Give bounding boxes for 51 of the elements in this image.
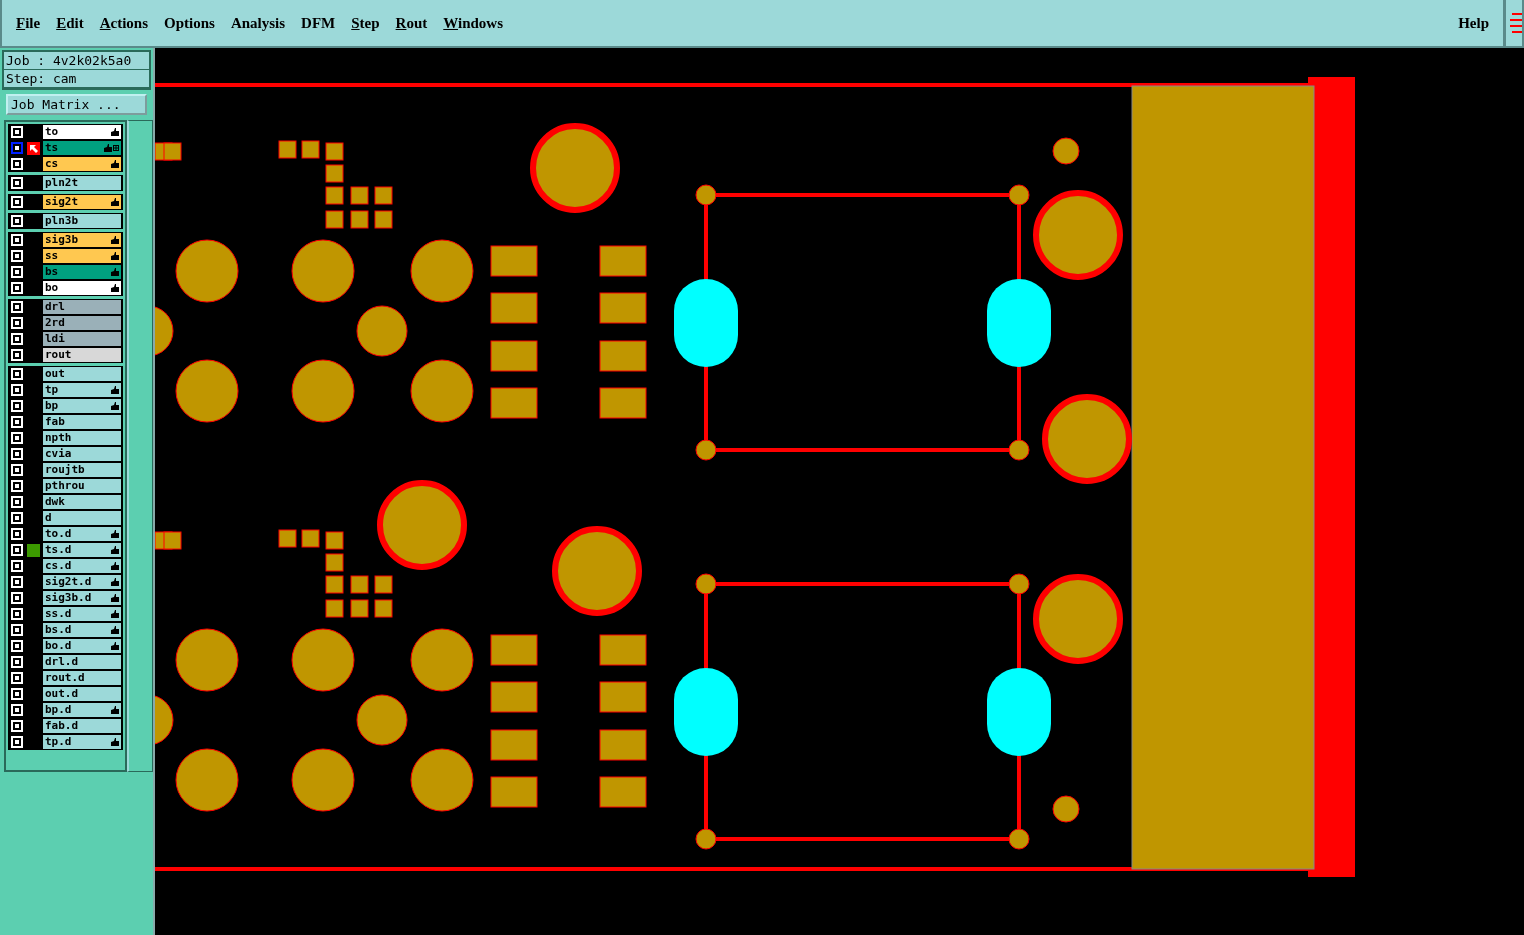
menu-item[interactable]: Actions [99, 14, 149, 32]
layer-name[interactable]: sig2t.d [43, 575, 121, 589]
layer-name[interactable]: pln2t [43, 176, 121, 190]
layer-name[interactable]: npth [43, 431, 121, 445]
menu-item[interactable]: Rout [395, 14, 428, 32]
menu-item[interactable]: Windows [443, 14, 504, 32]
layer-name[interactable]: cs [43, 157, 121, 171]
layer-name[interactable]: sig2t [43, 195, 121, 209]
layer-name[interactable]: to.d [43, 527, 121, 541]
layer-name[interactable]: bs [43, 265, 121, 279]
layer-name[interactable]: dwk [43, 495, 121, 509]
menu-item[interactable]: Edit [56, 14, 84, 32]
layer-name[interactable]: pthrou [43, 479, 121, 493]
layer-name[interactable]: tp.d [43, 735, 121, 749]
layer-name[interactable]: cs.d [43, 559, 121, 573]
layer-name[interactable]: sig3b [43, 233, 121, 247]
job-name: Job : 4v2k02k5a0 [4, 52, 149, 70]
menu-item[interactable]: Step [351, 14, 380, 32]
layer-name[interactable]: drl.d [43, 655, 121, 669]
layer-name[interactable]: ldi [43, 332, 121, 346]
menu-item[interactable]: File [16, 14, 41, 32]
layer-name[interactable]: bp [43, 399, 121, 413]
layer-name[interactable]: 2rd [43, 316, 121, 330]
layer-name[interactable]: to [43, 125, 121, 139]
layer-name[interactable]: ts [43, 141, 121, 155]
layer-name[interactable]: bo.d [43, 639, 121, 653]
layer-name[interactable]: rout [43, 348, 121, 362]
layer-name[interactable]: fab [43, 415, 121, 429]
menu-item[interactable]: Options [164, 14, 215, 32]
layer-name[interactable]: fab.d [43, 719, 121, 733]
layer-name[interactable]: ss [43, 249, 121, 263]
menu-item[interactable]: Analysis [230, 14, 286, 32]
help-menu[interactable]: Help [1458, 14, 1489, 32]
layer-name[interactable]: pln3b [43, 214, 121, 228]
layer-name[interactable]: drl [43, 300, 121, 314]
layer-name[interactable]: bp.d [43, 703, 121, 717]
layer-name[interactable]: bo [43, 281, 121, 295]
layer-name[interactable]: tp [43, 383, 121, 397]
layer-name[interactable]: out.d [43, 687, 121, 701]
layer-name[interactable]: roujtb [43, 463, 121, 477]
layer-name[interactable]: ss.d [43, 607, 121, 621]
layer-name[interactable]: sig3b.d [43, 591, 121, 605]
job-matrix-button[interactable]: Job Matrix ... [6, 94, 147, 115]
layer-name[interactable]: cvia [43, 447, 121, 461]
menu-item[interactable]: DFM [301, 14, 336, 32]
layer-name[interactable]: out [43, 367, 121, 381]
layer-name[interactable]: bs.d [43, 623, 121, 637]
layer-name[interactable]: ts.d [43, 543, 121, 557]
layer-name[interactable]: rout.d [43, 671, 121, 685]
layer-name[interactable]: d [43, 511, 121, 525]
step-name: Step: cam [4, 70, 149, 88]
